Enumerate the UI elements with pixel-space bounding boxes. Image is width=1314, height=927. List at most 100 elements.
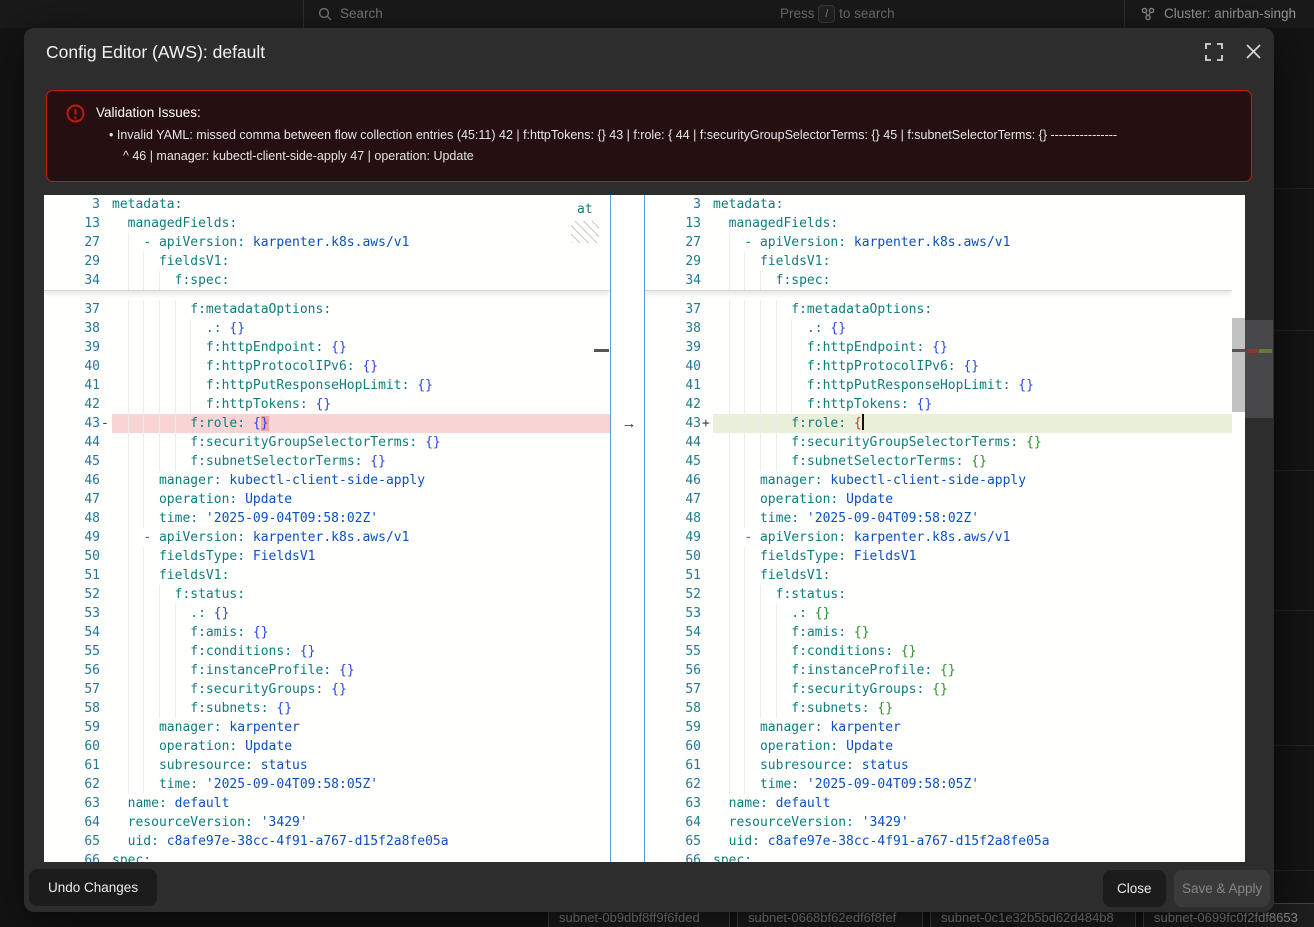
code-line[interactable]: 54 f:amis: {} (645, 623, 1232, 642)
close-modal-button[interactable] (1245, 43, 1269, 67)
diff-mark (701, 832, 713, 851)
code-line[interactable]: 47 operation: Update (645, 490, 1232, 509)
code-line[interactable]: 37 f:metadataOptions: (44, 300, 610, 319)
code-line[interactable]: 54 f:amis: {} (44, 623, 610, 642)
code-line[interactable]: 41 f:httpPutResponseHopLimit: {} (645, 376, 1232, 395)
line-number: 39 (44, 338, 100, 357)
code-line[interactable]: 51 fieldsV1: (44, 566, 610, 585)
code-line[interactable]: 42 f:httpTokens: {} (645, 395, 1232, 414)
code-line[interactable]: 40 f:httpProtocolIPv6: {} (645, 357, 1232, 376)
code-line[interactable]: 44 f:securityGroupSelectorTerms: {} (645, 433, 1232, 452)
scrollbar-thumb[interactable] (1232, 318, 1245, 412)
line-number: 53 (44, 604, 100, 623)
original-editor-pane[interactable]: 37 f:metadataOptions:38 .: {}39 f:httpEn… (44, 195, 610, 862)
code-text: resourceVersion: '3429' (713, 813, 1232, 832)
diff-mark (701, 604, 713, 623)
search-input[interactable]: Search (340, 0, 383, 28)
code-line[interactable]: 63 name: default (645, 794, 1232, 813)
indent-guide (143, 509, 144, 528)
code-line[interactable]: 53 .: {} (645, 604, 1232, 623)
code-line[interactable]: 38 .: {} (645, 319, 1232, 338)
code-line[interactable]: 55 f:conditions: {} (44, 642, 610, 661)
diff-overview-ruler[interactable] (1245, 195, 1273, 862)
code-line[interactable]: 42 f:httpTokens: {} (44, 395, 610, 414)
code-line[interactable]: 40 f:httpProtocolIPv6: {} (44, 357, 610, 376)
line-number: 43 (44, 414, 100, 433)
diff-mark: + (701, 414, 713, 433)
code-line[interactable]: 57 f:securityGroups: {} (645, 680, 1232, 699)
code-line[interactable]: 46 manager: kubectl-client-side-apply (645, 471, 1232, 490)
code-line[interactable]: 57 f:securityGroups: {} (44, 680, 610, 699)
code-line[interactable]: 56 f:instanceProfile: {} (44, 661, 610, 680)
code-line[interactable]: 66spec: (645, 851, 1232, 862)
code-line[interactable]: 53 .: {} (44, 604, 610, 623)
code-line[interactable]: 61 subresource: status (44, 756, 610, 775)
code-text: f:status: (713, 585, 1232, 604)
code-line[interactable]: 37 f:metadataOptions: (645, 300, 1232, 319)
code-line[interactable]: 59 manager: karpenter (645, 718, 1232, 737)
overview-viewport-slider[interactable] (1245, 320, 1273, 418)
code-line[interactable]: 50 fieldsType: FieldsV1 (645, 547, 1232, 566)
indent-guide (744, 566, 745, 585)
diff-mark (701, 642, 713, 661)
code-line[interactable]: 49 - apiVersion: karpenter.k8s.aws/v1 (645, 528, 1232, 547)
code-line[interactable]: 50 fieldsType: FieldsV1 (44, 547, 610, 566)
cluster-selector[interactable]: Cluster: anirban-singh (1164, 0, 1296, 28)
code-line[interactable]: 52 f:status: (44, 585, 610, 604)
code-line[interactable]: 63 name: default (44, 794, 610, 813)
code-line[interactable]: 56 f:instanceProfile: {} (645, 661, 1232, 680)
code-text: time: '2025-09-04T09:58:05Z' (112, 775, 610, 794)
revert-change-arrow-button[interactable]: → (619, 414, 639, 433)
code-line[interactable]: 60 operation: Update (44, 737, 610, 756)
code-line[interactable]: 65 uid: c8afe97e-38cc-4f91-a767-d15f2a8f… (645, 832, 1232, 851)
code-line[interactable]: 52 f:status: (645, 585, 1232, 604)
code-line[interactable]: 44 f:securityGroupSelectorTerms: {} (44, 433, 610, 452)
indent-guide (744, 509, 745, 528)
code-line[interactable]: 39 f:httpEndpoint: {} (44, 338, 610, 357)
code-line[interactable]: 47 operation: Update (44, 490, 610, 509)
code-line[interactable]: 48 time: '2025-09-04T09:58:02Z' (645, 509, 1232, 528)
code-line[interactable]: 51 fieldsV1: (645, 566, 1232, 585)
code-line[interactable]: 38 .: {} (44, 319, 610, 338)
code-line[interactable]: 45 f:subnetSelectorTerms: {} (44, 452, 610, 471)
line-number: 13 (44, 214, 100, 233)
code-line[interactable]: 61 subresource: status (645, 756, 1232, 775)
diff-mark (100, 547, 112, 566)
code-line[interactable]: 41 f:httpPutResponseHopLimit: {} (44, 376, 610, 395)
diff-mark (100, 642, 112, 661)
code-line[interactable]: 64 resourceVersion: '3429' (645, 813, 1232, 832)
code-line[interactable]: 66spec: (44, 851, 610, 862)
code-line[interactable]: 55 f:conditions: {} (645, 642, 1232, 661)
code-line[interactable]: 39 f:httpEndpoint: {} (645, 338, 1232, 357)
code-line[interactable]: 46 manager: kubectl-client-side-apply (44, 471, 610, 490)
code-line[interactable]: 64 resourceVersion: '3429' (44, 813, 610, 832)
modified-editor-pane[interactable]: 37 f:metadataOptions:38 .: {}39 f:httpEn… (645, 195, 1232, 862)
indent-guide (190, 395, 191, 414)
code-line[interactable]: 62 time: '2025-09-04T09:58:05Z' (44, 775, 610, 794)
code-line[interactable]: 58 f:subnets: {} (44, 699, 610, 718)
code-line[interactable]: 62 time: '2025-09-04T09:58:05Z' (645, 775, 1232, 794)
indent-guide (143, 395, 144, 414)
diff-mark (100, 471, 112, 490)
save-apply-button[interactable]: Save & Apply (1174, 870, 1270, 907)
line-number: 41 (645, 376, 701, 395)
line-number: 43 (645, 414, 701, 433)
code-line[interactable]: 60 operation: Update (645, 737, 1232, 756)
diff-mark (701, 566, 713, 585)
code-line[interactable]: 58 f:subnets: {} (645, 699, 1232, 718)
code-line[interactable]: 49 - apiVersion: karpenter.k8s.aws/v1 (44, 528, 610, 547)
undo-changes-button[interactable]: Undo Changes (29, 869, 157, 906)
code-line[interactable]: 45 f:subnetSelectorTerms: {} (645, 452, 1232, 471)
diff-mark (100, 794, 112, 813)
code-text: time: '2025-09-04T09:58:05Z' (713, 775, 1232, 794)
indent-guide (128, 623, 129, 642)
code-line[interactable]: 59 manager: karpenter (44, 718, 610, 737)
close-button[interactable]: Close (1103, 870, 1166, 907)
code-line[interactable]: 65 uid: c8afe97e-38cc-4f91-a767-d15f2a8f… (44, 832, 610, 851)
code-line[interactable]: 48 time: '2025-09-04T09:58:02Z' (44, 509, 610, 528)
indent-guide (760, 680, 761, 699)
line-number: 42 (44, 395, 100, 414)
fullscreen-button[interactable] (1204, 42, 1228, 66)
code-line[interactable]: 43- f:role: {} (44, 414, 610, 433)
code-line[interactable]: 43+ f:role: { (645, 414, 1232, 433)
